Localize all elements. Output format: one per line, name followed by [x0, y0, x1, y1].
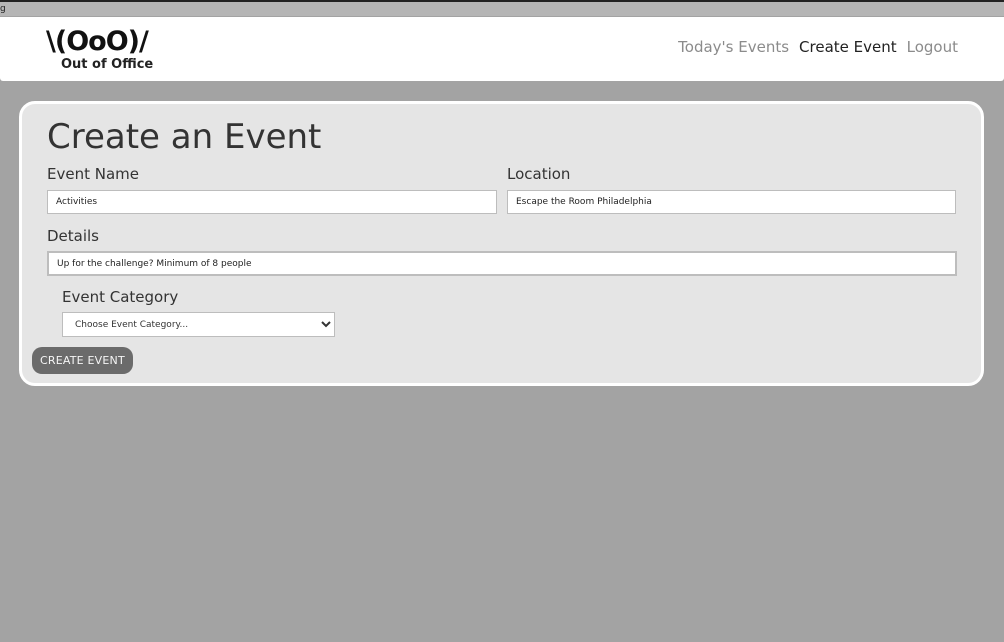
event-name-input[interactable] [47, 190, 497, 214]
details-input[interactable] [47, 251, 957, 276]
browser-top-strip [0, 0, 1004, 16]
event-category-select[interactable]: Choose Event Category... [62, 312, 335, 337]
nav-logout[interactable]: Logout [907, 37, 958, 57]
details-label: Details [47, 227, 100, 245]
stray-text: g [0, 4, 6, 14]
create-event-card: Create an Event Event Name Location Deta… [19, 101, 984, 386]
logo-mark: \(OoO)/ [46, 26, 149, 57]
create-event-button[interactable]: CREATE EVENT [32, 347, 133, 374]
logo-text: Out of Office [61, 57, 154, 72]
site-logo[interactable]: \(OoO)/ Out of Office [46, 27, 166, 75]
location-input[interactable] [507, 190, 956, 214]
main-nav: Today's Events Create Event Logout [678, 37, 958, 57]
nav-create-event[interactable]: Create Event [799, 37, 897, 57]
location-label: Location [507, 165, 571, 183]
nav-todays-events[interactable]: Today's Events [678, 37, 789, 57]
event-category-label: Event Category [62, 288, 179, 306]
page-title: Create an Event [47, 117, 322, 157]
site-header: \(OoO)/ Out of Office Today's Events Cre… [0, 17, 1004, 81]
event-name-label: Event Name [47, 165, 139, 183]
